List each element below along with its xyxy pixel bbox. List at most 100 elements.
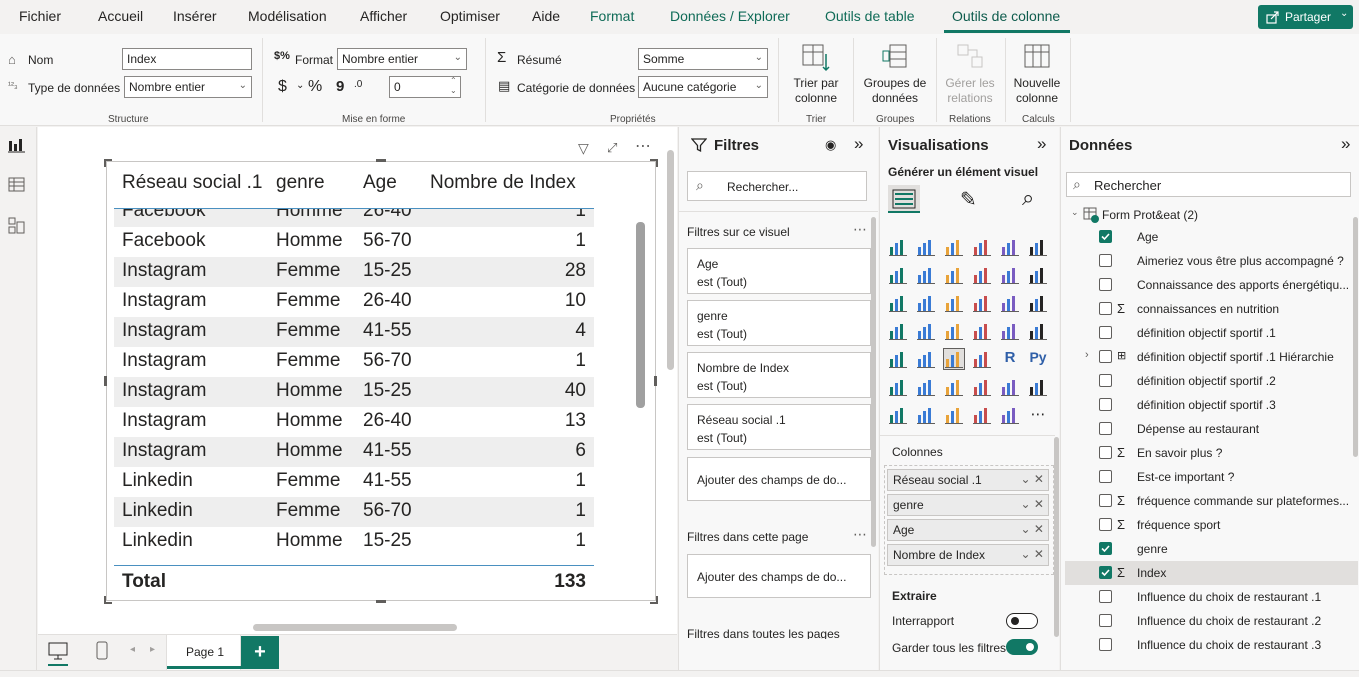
new-column-button[interactable]: Nouvelle colonne	[1008, 42, 1066, 106]
more-options-icon[interactable]: ⋯	[635, 136, 651, 156]
table-scrollbar[interactable]	[636, 222, 645, 408]
data-field[interactable]: Σ Index	[1065, 561, 1358, 585]
key-influencers-icon[interactable]	[888, 377, 908, 397]
analytics-icon[interactable]: ⌕	[1022, 185, 1034, 211]
table-row[interactable]: Instagram Homme 26-40 13	[114, 407, 594, 437]
share-button[interactable]: Partager ⌄	[1258, 5, 1353, 29]
line-clustered-column-icon[interactable]	[1000, 265, 1020, 285]
menu-modelisation[interactable]: Modélisation	[248, 8, 327, 24]
collapse-icon[interactable]: »	[854, 134, 863, 154]
table-row[interactable]: Linkedin Femme 41-55 1	[114, 467, 594, 497]
field-checkbox[interactable]	[1099, 326, 1112, 339]
more-visuals-icon[interactable]: ⋯	[1028, 405, 1048, 425]
table-row[interactable]: Linkedin Homme 15-25 1	[114, 527, 594, 557]
filter-icon[interactable]: ▽	[578, 140, 589, 157]
currency-button[interactable]: $	[278, 78, 287, 96]
data-field[interactable]: Est-ce important ?	[1065, 465, 1358, 489]
table-row[interactable]: Instagram Femme 41-55 4	[114, 317, 594, 347]
column-header[interactable]: Age	[363, 172, 397, 194]
menu-format[interactable]: Format	[590, 8, 634, 24]
kpi-icon[interactable]	[888, 349, 908, 369]
paginated-report-icon[interactable]	[1028, 377, 1048, 397]
azure-map-icon[interactable]	[944, 321, 964, 341]
r-visual-icon[interactable]: R	[1000, 349, 1020, 369]
resize-handle[interactable]	[104, 159, 112, 167]
filter-card[interactable]: Réseau social .1 est (Tout)	[687, 404, 871, 450]
data-field[interactable]: Influence du choix de restaurant .1	[1065, 585, 1358, 609]
python-visual-icon[interactable]: Py	[1028, 349, 1048, 369]
cross-report-toggle[interactable]	[1006, 613, 1038, 629]
column-header[interactable]: Nombre de Index	[430, 172, 576, 194]
data-field[interactable]: Age	[1065, 225, 1358, 249]
table-row[interactable]: Instagram Homme 41-55 6	[114, 437, 594, 467]
data-field[interactable]: Aimeriez vous être plus accompagné ?	[1065, 249, 1358, 273]
field-checkbox[interactable]	[1099, 254, 1112, 267]
data-field[interactable]: Σ En savoir plus ?	[1065, 441, 1358, 465]
category-select[interactable]: Aucune catégorie ⌄	[638, 76, 768, 98]
format-select[interactable]: Nombre entier ⌄	[337, 48, 467, 70]
data-field[interactable]: › ⊞ définition objectif sportif .1 Hiérarc…	[1065, 345, 1358, 369]
filter-card[interactable]: Age est (Tout)	[687, 248, 871, 294]
report-view-icon[interactable]	[8, 137, 26, 153]
collapse-icon[interactable]: »	[1037, 134, 1046, 154]
column-header[interactable]: genre	[276, 172, 325, 194]
field-checkbox[interactable]	[1099, 494, 1112, 507]
menu-inserer[interactable]: Insérer	[173, 8, 217, 24]
data-search-input[interactable]: ⌕ Rechercher	[1066, 172, 1351, 197]
field-checkbox[interactable]	[1099, 446, 1112, 459]
menu-aide[interactable]: Aide	[532, 8, 560, 24]
field-checkbox[interactable]	[1099, 398, 1112, 411]
filled-map-icon[interactable]	[916, 321, 936, 341]
prev-page-icon[interactable]: ◂	[130, 644, 135, 655]
table-icon[interactable]	[943, 348, 965, 370]
sort-by-column-button[interactable]: Trier par colonne	[786, 42, 846, 106]
field-checkbox[interactable]	[1099, 590, 1112, 603]
data-field[interactable]: définition objectif sportif .1	[1065, 321, 1358, 345]
filter-card[interactable]: Nombre de Index est (Tout)	[687, 352, 871, 398]
stacked-area-icon[interactable]	[944, 265, 964, 285]
field-actions-icon[interactable]: ⌄ ✕	[1021, 497, 1044, 511]
table-node[interactable]: ⌄ Form Prot&eat (2)	[1065, 203, 1358, 227]
menu-optimiser[interactable]: Optimiser	[440, 8, 500, 24]
field-checkbox[interactable]	[1099, 278, 1112, 291]
resize-handle[interactable]	[104, 596, 112, 604]
data-field[interactable]: Influence du choix de restaurant .2	[1065, 609, 1358, 633]
clustered-column-icon[interactable]	[972, 237, 992, 257]
menu-afficher[interactable]: Afficher	[360, 8, 407, 24]
field-checkbox[interactable]	[1099, 614, 1112, 627]
data-field[interactable]: Dépense au restaurant	[1065, 417, 1358, 441]
table-row[interactable]: Linkedin Femme 56-70 1	[114, 497, 594, 527]
decimal-icon[interactable]: .0	[354, 79, 362, 90]
line-column-icon[interactable]	[972, 265, 992, 285]
field-checkbox[interactable]	[1099, 230, 1112, 243]
summary-select[interactable]: Somme ⌄	[638, 48, 768, 70]
field-checkbox[interactable]	[1099, 374, 1112, 387]
add-page-button[interactable]: +	[241, 636, 279, 669]
area-chart-icon[interactable]	[916, 265, 936, 285]
power-apps-icon[interactable]	[888, 405, 908, 425]
percent-button[interactable]: %	[308, 78, 322, 96]
data-field[interactable]: Σfréquence sport	[1065, 513, 1358, 537]
donut-icon[interactable]	[1000, 293, 1020, 313]
field-checkbox[interactable]	[1099, 566, 1112, 579]
field-checkbox[interactable]	[1099, 542, 1112, 555]
resize-handle[interactable]	[650, 596, 658, 604]
gauge-icon[interactable]	[972, 321, 992, 341]
data-field[interactable]: Σfréquence commande sur plateformes...	[1065, 489, 1358, 513]
card-icon[interactable]	[1000, 321, 1020, 341]
keep-filters-toggle[interactable]	[1006, 639, 1038, 655]
canvas-h-scrollbar[interactable]	[253, 624, 457, 631]
more-options-icon[interactable]: ⋯	[853, 526, 867, 543]
add-fields-page-drop[interactable]: Ajouter des champs de do...	[687, 554, 871, 598]
data-field[interactable]: définition objectif sportif .3	[1065, 393, 1358, 417]
filters-scrollbar[interactable]	[871, 217, 876, 547]
waterfall-icon[interactable]	[888, 293, 908, 313]
column-header[interactable]: Réseau social .1	[122, 172, 262, 194]
field-actions-icon[interactable]: ⌄ ✕	[1021, 472, 1044, 486]
table-row[interactable]: Instagram Homme 15-25 40	[114, 377, 594, 407]
power-automate-icon[interactable]	[916, 405, 936, 425]
name-input[interactable]: Index	[122, 48, 252, 70]
table-row[interactable]: Facebook Homme 56-70 1	[114, 227, 594, 257]
table-row[interactable]: Instagram Femme 15-25 28	[114, 257, 594, 287]
chevron-down-icon[interactable]: ⌄	[296, 80, 304, 91]
